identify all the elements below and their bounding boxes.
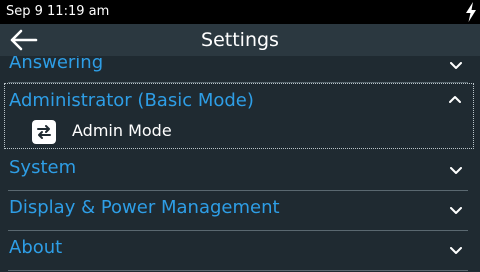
status-time: Sep 9 11:19 am [6, 4, 110, 19]
settings-list[interactable]: Answering Administrator (Basic Mode) Adm… [0, 56, 480, 272]
menu-item-about[interactable]: About [0, 231, 480, 271]
chevron-down-icon [450, 167, 462, 174]
admin-mode-item[interactable]: Admin Mode [5, 118, 475, 150]
chevron-down-icon [450, 207, 462, 214]
admin-mode-label: Admin Mode [72, 121, 172, 140]
status-bar: Sep 9 11:19 am [0, 0, 480, 24]
menu-item-system[interactable]: System [0, 150, 480, 191]
chevron-down-icon [450, 247, 462, 254]
menu-item-label: System [9, 157, 77, 178]
menu-item-label: About [9, 237, 63, 258]
menu-item-label: Display & Power Management [9, 197, 280, 218]
menu-item-display-power[interactable]: Display & Power Management [0, 191, 480, 231]
swap-arrows-icon [32, 120, 56, 144]
expanded-section: Administrator (Basic Mode) Admin Mode [4, 83, 474, 149]
chevron-up-icon [449, 96, 461, 103]
page-title: Settings [201, 29, 279, 51]
menu-item-label: Administrator (Basic Mode) [9, 90, 254, 111]
title-bar: Settings [0, 24, 480, 56]
divider [8, 82, 468, 83]
charging-icon [466, 2, 476, 22]
divider [8, 270, 468, 271]
menu-item-administrator[interactable]: Administrator (Basic Mode) Admin Mode [0, 56, 480, 150]
